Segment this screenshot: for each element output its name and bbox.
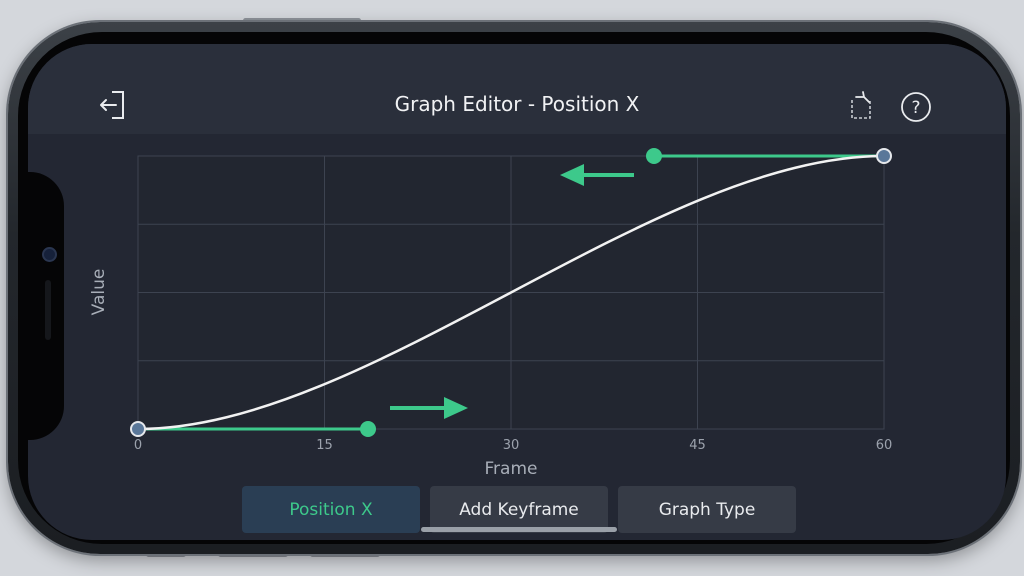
sensor-notch — [18, 172, 64, 440]
y-axis-label: Value — [89, 269, 109, 316]
x-tick-label: 15 — [316, 438, 333, 453]
x-tick-label: 60 — [876, 438, 893, 453]
tab-position-x[interactable]: Position X — [242, 486, 420, 533]
x-tick-labels: 0 15 30 45 60 — [134, 438, 892, 453]
bezier-handle-out[interactable] — [360, 421, 377, 437]
x-tick-label: 45 — [689, 438, 706, 453]
front-camera — [42, 247, 57, 262]
earpiece-speaker — [45, 280, 51, 340]
graph-editor-canvas[interactable]: 0 15 30 45 60 Frame Value — [28, 44, 1006, 540]
x-axis-label: Frame — [485, 459, 538, 479]
home-indicator — [421, 527, 617, 532]
tab-add-keyframe[interactable]: Add Keyframe — [430, 486, 608, 533]
bezier-handle-in[interactable] — [645, 148, 662, 164]
x-tick-label: 30 — [503, 438, 520, 453]
app-screen: Graph Editor - Position X ? 0 15 30 45 60 Fr… — [28, 44, 1006, 540]
x-tick-label: 0 — [134, 438, 142, 453]
bottom-tab-bar: Position X Add Keyframe Graph Type — [242, 486, 796, 533]
phone-frame: Graph Editor - Position X ? 0 15 30 45 60 Fr… — [8, 22, 1020, 554]
keyframe-start[interactable] — [130, 421, 146, 437]
tab-graph-type[interactable]: Graph Type — [618, 486, 796, 533]
keyframe-end[interactable] — [876, 148, 892, 164]
